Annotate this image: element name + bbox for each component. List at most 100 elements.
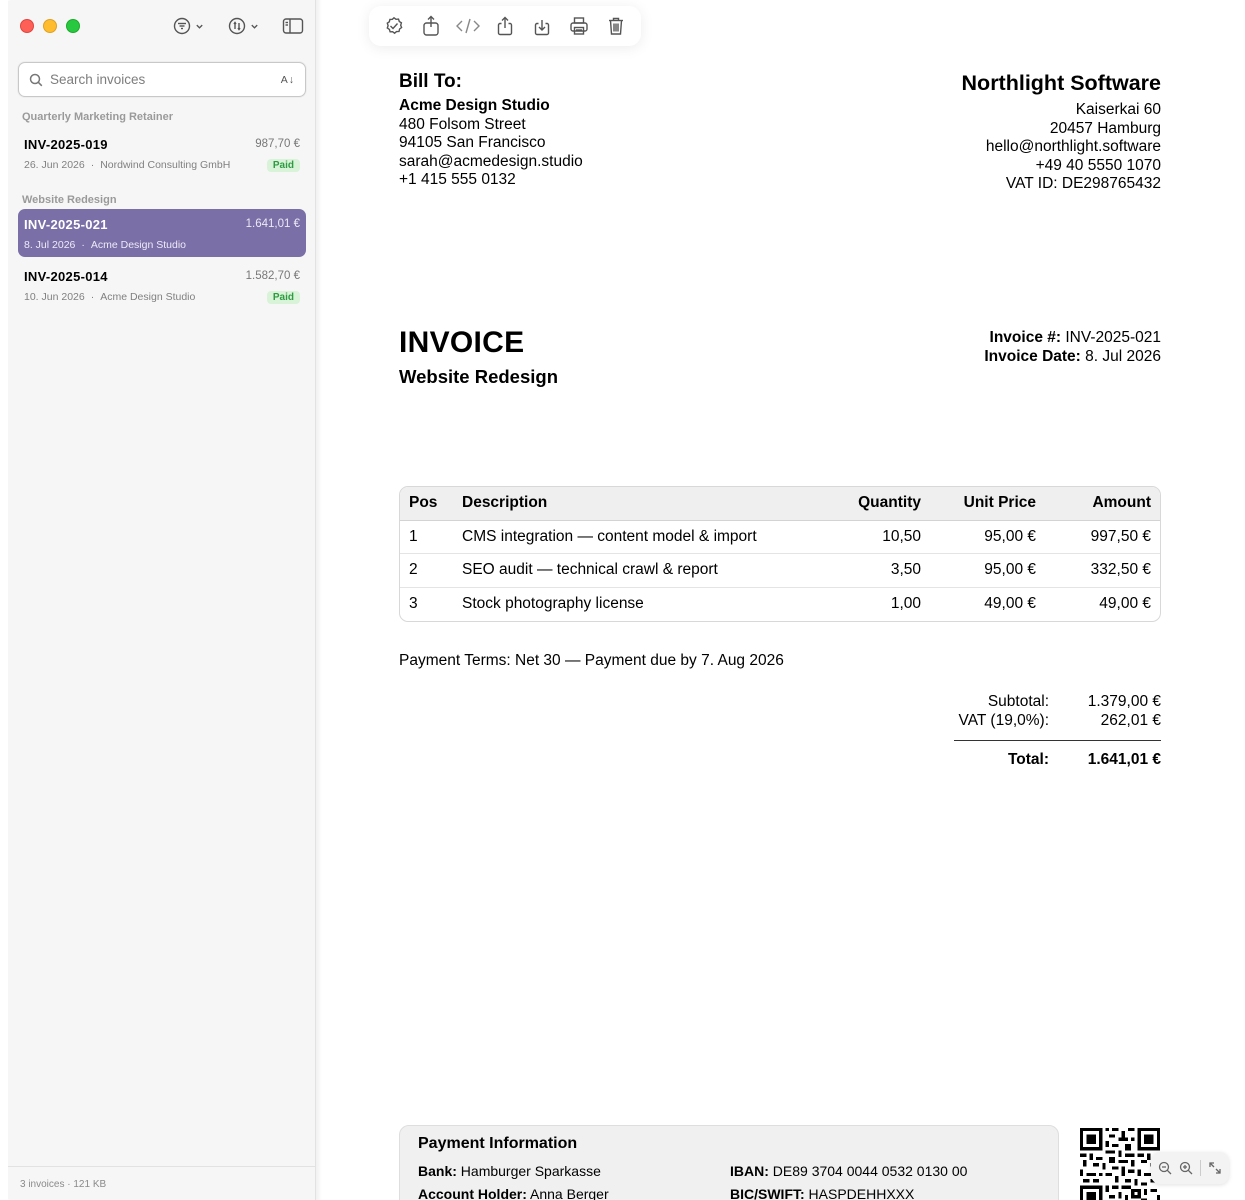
subtotal-label: Subtotal: <box>987 693 1049 710</box>
invoice-list-item[interactable]: INV-2025-019 987,70 € 26. Jun 2026 · Nordw… <box>18 129 306 177</box>
iban-label: IBAN: <box>730 1163 769 1179</box>
cell-unit-price: 95,00 € <box>930 553 1045 587</box>
invoice-date: 26. Jun 2026 <box>24 159 85 171</box>
chevron-down-icon <box>196 24 203 29</box>
zoom-divider <box>1199 1160 1201 1176</box>
sort-icon <box>228 17 246 35</box>
cell-quantity: 3,50 <box>815 553 930 587</box>
cell-unit-price: 49,00 € <box>930 586 1045 621</box>
sort-menu-button[interactable] <box>227 14 259 38</box>
client-email: sarah@acmedesign.studio <box>399 152 583 170</box>
client-phone: +1 415 555 0132 <box>399 171 516 188</box>
invoice-date: 10. Jun 2026 <box>24 291 85 303</box>
account-holder-label: Account Holder: <box>418 1186 527 1200</box>
zoom-window-button[interactable] <box>66 19 80 33</box>
filter-menu-button[interactable] <box>172 14 204 38</box>
invoice-number: INV-2025-014 <box>24 268 108 284</box>
minimize-window-button[interactable] <box>43 19 57 33</box>
cell-amount: 49,00 € <box>1045 586 1160 621</box>
sidebar: A↓ Quarterly Marketing Retainer INV-2025… <box>8 0 316 1200</box>
account-holder-value: Anna Berger <box>530 1186 609 1200</box>
status-badge: Paid <box>266 158 300 172</box>
subtotal-value: 1.379,00 € <box>1087 693 1161 710</box>
search-input[interactable] <box>50 72 281 87</box>
invoice-amount: 987,70 € <box>255 138 300 150</box>
filter-icon <box>173 17 191 35</box>
group-title: Quarterly Marketing Retainer <box>22 111 173 123</box>
client-city: 94105 San Francisco <box>399 134 546 151</box>
invoice-number: INV-2025-019 <box>24 136 108 152</box>
zoom-controls <box>1151 1152 1229 1184</box>
invoice-client: Nordwind Consulting GmbH <box>100 159 231 171</box>
invoice-title: INVOICE <box>399 326 525 359</box>
column-header-amount: Amount <box>1045 487 1160 521</box>
payment-qr-code <box>1080 1128 1160 1200</box>
invoice-amount: 1.582,70 € <box>245 270 300 282</box>
invoice-date: 8. Jul 2026 <box>24 239 76 251</box>
table-row: 1 CMS integration — content model & impo… <box>400 520 1160 554</box>
column-header-pos: Pos <box>400 487 453 521</box>
company-email: hello@northlight.software <box>985 138 1161 155</box>
company-street: Kaiserkai 60 <box>1075 101 1161 118</box>
invoice-list-item[interactable]: INV-2025-014 1.582,70 € 10. Jun 2026 · Acm… <box>18 261 306 309</box>
client-name: Acme Design Studio <box>399 97 550 114</box>
cell-unit-price: 95,00 € <box>984 527 1036 545</box>
zoom-out-icon <box>1159 1161 1172 1175</box>
sort-alpha-button[interactable]: A↓ <box>281 74 295 86</box>
company-name: Northlight Software <box>961 71 1161 95</box>
cell-description: SEO audit — technical crawl & report <box>453 553 815 587</box>
close-window-button[interactable] <box>20 19 34 33</box>
sidebar-divider <box>316 0 322 1200</box>
cell-pos: 3 <box>400 586 453 621</box>
column-header-unit-price: Unit Price <box>930 487 1045 521</box>
column-header-quantity: Quantity <box>815 487 930 521</box>
invoice-project-title: Website Redesign <box>399 366 559 387</box>
invoice-number-label: Invoice #: <box>989 329 1062 346</box>
invoice-client: Acme Design Studio <box>90 239 187 251</box>
invoice-client: Acme Design Studio <box>100 291 196 303</box>
bank-label: Bank: <box>418 1163 457 1179</box>
toggle-sidebar-button[interactable] <box>282 14 304 38</box>
company-vat-id: VAT ID: DE298765432 <box>1005 175 1161 192</box>
bic-label: BIC/SWIFT: <box>730 1186 805 1200</box>
search-field[interactable]: A↓ <box>18 62 306 97</box>
vat-value: 262,01 € <box>1100 711 1161 729</box>
app-window: A↓ Quarterly Marketing Retainer INV-2025… <box>0 0 1245 1200</box>
invoice-date-value: 8. Jul 2026 <box>1085 348 1161 365</box>
totals-block: Subtotal: 1.379,00 € VAT (19,0%): 262,01… <box>954 693 1161 770</box>
totals-divider <box>954 740 1161 741</box>
zoom-in-button[interactable] <box>1179 1161 1193 1175</box>
column-header-description: Description <box>453 487 815 521</box>
payment-information-box: Payment Information Bank: Hamburger Spar… <box>399 1125 1059 1200</box>
company-city: 20457 Hamburg <box>1049 119 1161 137</box>
search-icon <box>29 73 43 86</box>
company-address: Northlight Software Kaiserkai 60 20457 H… <box>962 71 1161 194</box>
zoom-out-button[interactable] <box>1158 1161 1172 1175</box>
status-badge: Paid <box>266 290 300 304</box>
client-street: 480 Folsom Street <box>399 115 526 133</box>
total-label: Total: <box>1007 751 1049 768</box>
expand-icon <box>1208 1162 1221 1174</box>
zoom-in-icon <box>1179 1161 1193 1175</box>
total-value: 1.641,01 € <box>1087 751 1161 768</box>
bic-value: HASPDEHHXXX <box>808 1186 915 1200</box>
fit-to-window-button[interactable] <box>1208 1161 1222 1175</box>
cell-description: Stock photography license <box>453 586 815 621</box>
invoice-number: INV-2025-021 <box>24 216 108 232</box>
invoice-document: Bill To: Acme Design Studio 480 Folsom S… <box>399 0 1161 1200</box>
invoice-number-value: INV-2025-021 <box>1065 329 1161 346</box>
cell-description: CMS integration — content model & import <box>462 527 757 545</box>
cell-quantity: 1,00 <box>815 586 930 621</box>
iban-value: DE89 3704 0044 0532 0130 00 <box>772 1163 968 1179</box>
company-phone: +49 40 5550 1070 <box>1035 156 1161 174</box>
sidebar-icon <box>282 18 304 34</box>
bank-value: Hamburger Sparkasse <box>460 1163 601 1179</box>
invoice-meta: Invoice #: INV-2025-021 Invoice Date: 8.… <box>984 328 1161 366</box>
payment-info-title: Payment Information <box>418 1135 578 1152</box>
chevron-down-icon <box>251 24 258 29</box>
invoice-list-item-selected[interactable]: INV-2025-021 1.641,01 € 8. Jul 2026 · Acme… <box>18 209 306 257</box>
line-items-table: Pos Description Quantity Unit Price Amou… <box>399 486 1161 622</box>
bill-to-heading: Bill To: <box>399 71 462 92</box>
bill-to-address: Acme Design Studio 480 Folsom Street 941… <box>399 97 583 190</box>
cell-pos: 1 <box>409 527 418 545</box>
